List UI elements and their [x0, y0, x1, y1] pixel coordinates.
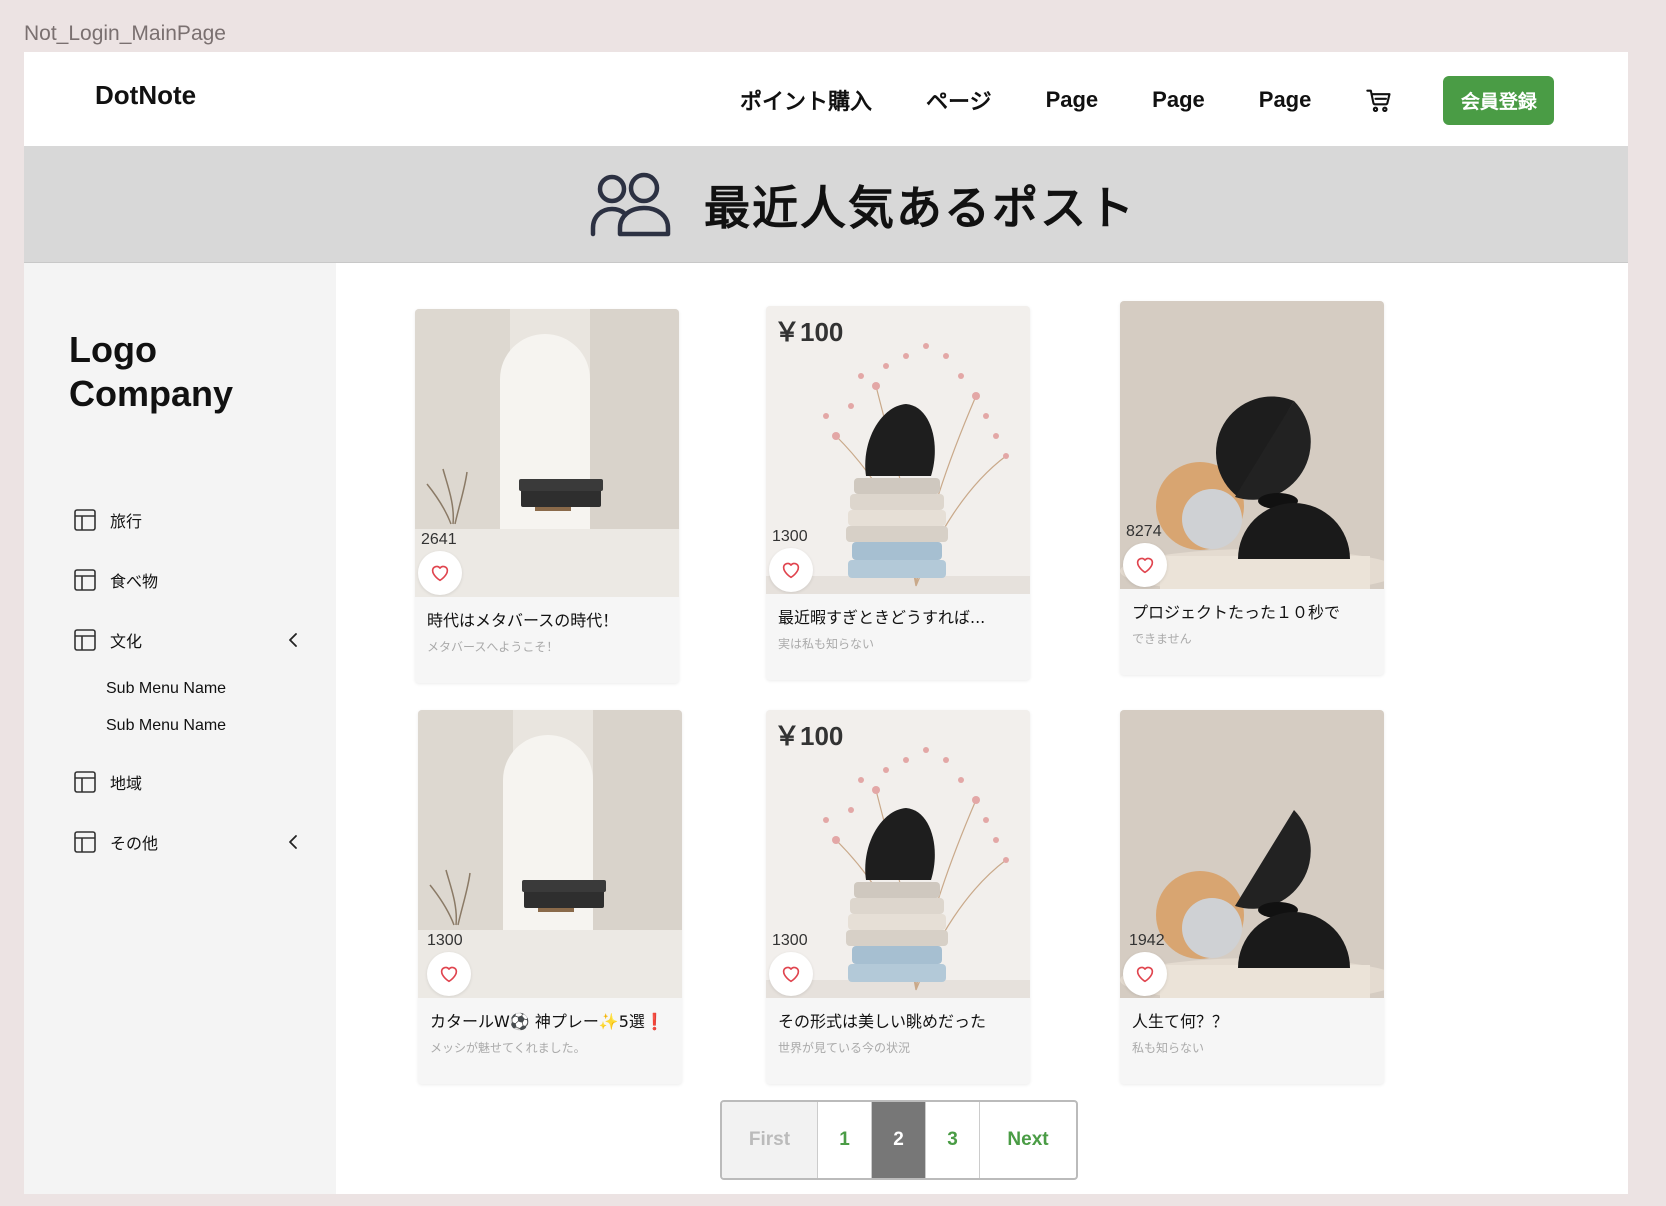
layout-icon	[74, 771, 96, 793]
like-button[interactable]	[1123, 952, 1167, 996]
post-title: プロジェクトたった１０秒で	[1132, 603, 1341, 622]
like-button[interactable]	[769, 548, 813, 592]
pagination: First 1 2 3 Next	[720, 1100, 1078, 1180]
culture-submenu: Sub Menu Name Sub Menu Name	[74, 670, 304, 744]
post-subtitle: できません	[1132, 632, 1192, 646]
post-title: 人生て何？？	[1132, 1012, 1229, 1031]
view-count: 8274	[1126, 523, 1162, 540]
heart-icon	[782, 966, 800, 983]
view-count: 2641	[421, 531, 457, 548]
post-image-shapes: 1942	[1120, 710, 1384, 998]
users-icon	[590, 172, 671, 237]
post-subtitle: メッシが魅せてくれました。	[430, 1041, 586, 1055]
like-button[interactable]	[769, 952, 813, 996]
submenu-item[interactable]: Sub Menu Name	[106, 707, 304, 744]
post-card[interactable]: 1300 カタールW⚽ 神プレー✨5選❗❗ メッシが魅せてくれました。	[418, 710, 682, 1084]
brand-logo[interactable]: DotNote	[95, 80, 196, 111]
layout-icon	[74, 831, 96, 853]
hero-banner: 最近人気あるポスト	[24, 146, 1628, 263]
sidebar-item-label: その他	[110, 834, 159, 853]
nav-item-page-1[interactable]: Page	[1046, 87, 1099, 113]
flowers-stack-image	[766, 710, 1030, 998]
frame-label: Not_Login_MainPage	[24, 22, 226, 45]
post-subtitle: 私も知らない	[1132, 1041, 1205, 1055]
submenu-item[interactable]: Sub Menu Name	[106, 670, 304, 707]
view-count: 1300	[427, 932, 463, 949]
flowers-stack-image	[766, 306, 1030, 594]
logo-line-2: Company	[69, 373, 234, 414]
price-tag: ￥100	[774, 317, 844, 347]
heart-icon	[782, 562, 800, 579]
logo-line-1: Logo	[69, 329, 157, 370]
post-image-arch-room: 2641	[415, 309, 679, 597]
chevron-left-icon[interactable]	[284, 630, 304, 650]
shapes-image	[1120, 710, 1384, 998]
heart-icon	[1136, 557, 1154, 574]
post-card[interactable]: 1942 人生て何？？ 私も知らない	[1120, 710, 1384, 1084]
post-card[interactable]: 8274 プロジェクトたった１０秒で できません	[1120, 301, 1384, 675]
view-count: 1942	[1129, 932, 1165, 949]
pagination-page-2-current[interactable]: 2	[872, 1102, 926, 1178]
heart-icon	[431, 565, 449, 582]
top-header: DotNote ポイント購入 ページ Page Page Page 会員登録	[24, 52, 1628, 146]
post-subtitle: 世界が見ている今の状況	[778, 1041, 911, 1055]
sidebar-item-food[interactable]: 食べ物	[74, 550, 304, 610]
signup-button[interactable]: 会員登録	[1443, 75, 1555, 125]
post-title: その形式は美しい眺めだった	[778, 1012, 987, 1031]
price-tag: ￥100	[774, 721, 844, 751]
layout-icon	[74, 629, 96, 651]
post-card[interactable]: 2641 時代はメタバースの時代！ メタバースへようこそ！	[415, 309, 679, 683]
like-button[interactable]	[1123, 543, 1167, 587]
post-image-shapes: 8274	[1120, 301, 1384, 589]
nav-item-page-2[interactable]: Page	[1152, 87, 1205, 113]
post-subtitle: 実は私も知らない	[778, 637, 875, 651]
main-nav: ポイント購入 ページ Page Page Page 会員登録	[740, 75, 1555, 125]
shapes-image	[1120, 301, 1384, 589]
sidebar-item-travel[interactable]: 旅行	[74, 490, 304, 550]
post-title: 時代はメタバースの時代！	[427, 611, 619, 630]
sidebar-item-other[interactable]: その他	[74, 812, 304, 872]
heart-icon	[1136, 966, 1154, 983]
chevron-left-icon[interactable]	[284, 832, 304, 852]
post-card[interactable]: ￥100 1300 最近暇すぎときどうすれば... 実は私も知らない	[766, 306, 1030, 680]
sidebar-item-label: 食べ物	[110, 572, 159, 591]
sidebar: Logo Company 旅行 食べ物 文化 Sub Menu Name Sub…	[24, 263, 336, 1194]
company-logo: Logo Company	[69, 328, 233, 416]
pagination-first-button[interactable]: First	[722, 1102, 818, 1178]
post-title: カタールW⚽ 神プレー✨5選❗❗	[430, 1012, 670, 1031]
post-image-flowers-stack: ￥100 1300	[766, 710, 1030, 998]
sidebar-item-region[interactable]: 地域	[74, 752, 304, 812]
view-count: 1300	[772, 932, 808, 949]
nav-item-points[interactable]: ポイント購入	[740, 84, 872, 116]
arch-room-image	[415, 309, 679, 597]
post-subtitle: メタバースへようこそ！	[427, 640, 559, 654]
layout-icon	[74, 569, 96, 591]
view-count: 1300	[772, 528, 808, 545]
sidebar-item-label: 文化	[110, 632, 143, 651]
heart-icon	[440, 966, 458, 983]
layout-icon	[74, 509, 96, 531]
pagination-next-button[interactable]: Next	[980, 1102, 1076, 1178]
post-title: 最近暇すぎときどうすれば...	[778, 608, 986, 627]
nav-item-page-jp[interactable]: ページ	[926, 84, 992, 116]
post-card[interactable]: ￥100 1300 その形式は美しい眺めだった 世界が見ている今の状況	[766, 710, 1030, 1084]
pagination-page-1[interactable]: 1	[818, 1102, 872, 1178]
sidebar-menu: 旅行 食べ物 文化 Sub Menu Name Sub Menu Name 地域	[74, 490, 304, 872]
pagination-page-3[interactable]: 3	[926, 1102, 980, 1178]
like-button[interactable]	[427, 952, 471, 996]
banner-title: 最近人気あるポスト	[704, 181, 1136, 235]
post-image-flowers-stack: ￥100 1300	[766, 306, 1030, 594]
sidebar-item-label: 旅行	[110, 512, 143, 531]
nav-item-page-3[interactable]: Page	[1259, 87, 1312, 113]
sidebar-item-label: 地域	[110, 774, 143, 793]
cart-icon[interactable]	[1365, 86, 1393, 114]
page-frame: DotNote ポイント購入 ページ Page Page Page 会員登録 最…	[24, 52, 1628, 1194]
like-button[interactable]	[418, 551, 462, 595]
post-image-arch-room: 1300	[418, 710, 682, 998]
sidebar-item-culture[interactable]: 文化	[74, 610, 304, 670]
